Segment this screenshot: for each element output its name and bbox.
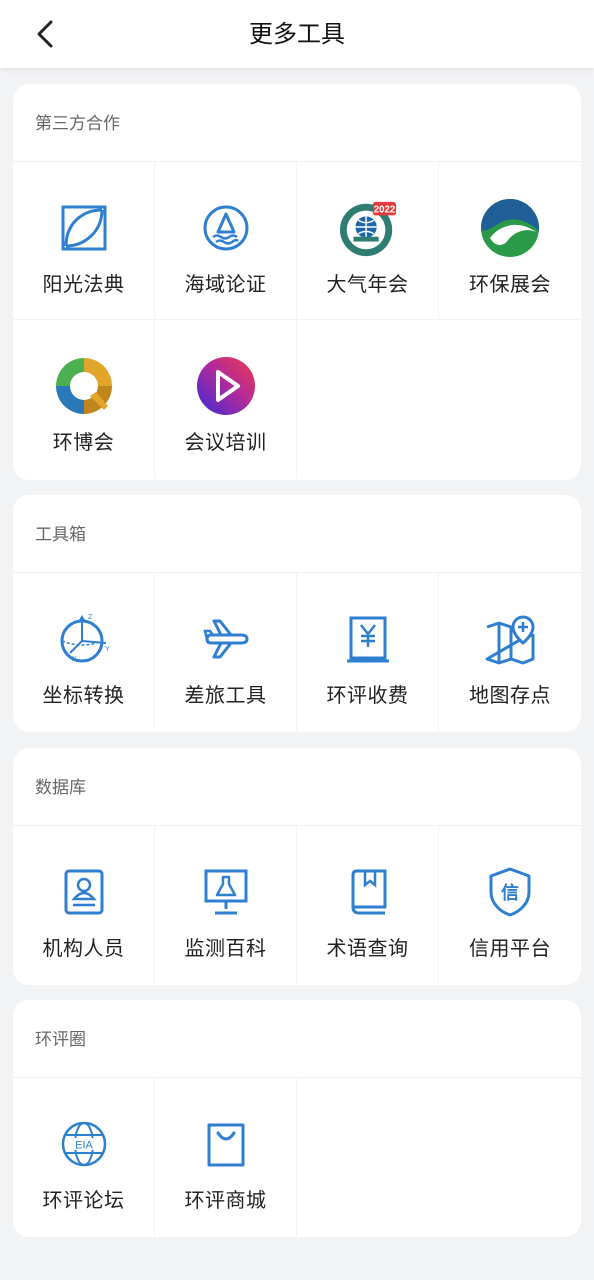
tool-label: 机构人员 — [42, 936, 125, 960]
tool-label: 环保展会 — [469, 272, 551, 296]
map-pin-add-icon — [480, 609, 540, 669]
tool-eco-expo[interactable]: 环保展会 — [439, 162, 581, 320]
law-book-icon — [54, 198, 114, 258]
monitor-flask-icon — [196, 862, 256, 922]
tool-coordinate-convert[interactable]: Z Y X 坐标转换 — [13, 573, 155, 731]
section-title: 第三方合作 — [13, 84, 581, 162]
tool-credit-platform[interactable]: 信 信用平台 — [439, 826, 581, 984]
sailboat-icon — [196, 198, 256, 258]
svg-text:Z: Z — [88, 614, 93, 621]
tool-eia-mall[interactable]: 环评商城 — [155, 1078, 297, 1236]
section-eia-circle: 环评圈 EIA 环评论坛 环评商城 — [13, 1000, 581, 1237]
coordinate-axes-icon: Z Y X — [54, 609, 114, 669]
cses-emblem-icon: 2022 — [338, 198, 398, 258]
tool-law-code[interactable]: 阳光法典 — [13, 162, 155, 320]
tool-label: 地图存点 — [469, 683, 551, 707]
tool-term-lookup[interactable]: 术语查询 — [297, 826, 439, 984]
tool-label: 环评收费 — [326, 683, 409, 707]
tool-label: 信用平台 — [469, 936, 551, 960]
book-bookmark-icon — [338, 862, 398, 922]
yen-receipt-icon — [338, 609, 398, 669]
chevron-left-icon — [37, 20, 53, 48]
shield-glyph: 信 — [501, 882, 519, 904]
play-logo-icon — [196, 356, 256, 416]
tool-eia-fee[interactable]: 环评收费 — [297, 573, 439, 731]
tool-label: 监测百科 — [184, 936, 267, 960]
svg-text:X: X — [72, 656, 77, 663]
tool-eco-fair[interactable]: 环博会 — [13, 320, 155, 478]
tool-monitor-wiki[interactable]: 监测百科 — [155, 826, 297, 984]
shopping-bag-icon — [196, 1114, 256, 1174]
tool-label: 环评论坛 — [42, 1188, 125, 1212]
tool-label: 海域论证 — [184, 272, 267, 296]
tool-sea-area[interactable]: 海域论证 — [155, 162, 297, 320]
green-wave-logo-icon — [480, 198, 540, 258]
tool-travel[interactable]: 差旅工具 — [155, 573, 297, 731]
eia-globe-icon: EIA — [54, 1114, 114, 1174]
tool-label: 环博会 — [52, 430, 115, 454]
tool-label: 差旅工具 — [184, 683, 267, 707]
tool-eia-forum[interactable]: EIA 环评论坛 — [13, 1078, 155, 1236]
tool-label: 术语查询 — [326, 936, 409, 960]
svg-text:Y: Y — [105, 646, 110, 653]
page-title: 更多工具 — [249, 20, 345, 48]
tool-air-conference[interactable]: 2022 大气年会 — [297, 162, 439, 320]
section-title: 环评圈 — [13, 1000, 581, 1078]
section-database: 数据库 机构人员 监测百科 术语查询 信 信用平台 — [13, 748, 581, 985]
top-bar: 更多工具 — [0, 0, 594, 68]
section-toolbox: 工具箱 Z Y X 坐标转换 差旅工具 环评收费 地图存点 — [13, 495, 581, 732]
tool-label: 阳光法典 — [42, 272, 125, 296]
eia-glyph: EIA — [75, 1140, 93, 1152]
tool-meeting-training[interactable]: 会议培训 — [155, 320, 297, 478]
tool-label: 大气年会 — [326, 272, 409, 296]
tool-label: 环评商城 — [184, 1188, 267, 1212]
tool-label: 会议培训 — [184, 430, 267, 454]
section-title: 工具箱 — [13, 495, 581, 573]
ring-logo-icon — [54, 356, 114, 416]
year-badge: 2022 — [373, 205, 394, 216]
airplane-icon — [196, 609, 256, 669]
tool-map-pin[interactable]: 地图存点 — [439, 573, 581, 731]
credit-shield-icon: 信 — [480, 862, 540, 922]
section-title: 数据库 — [13, 748, 581, 826]
tool-label: 坐标转换 — [42, 683, 125, 707]
back-button[interactable] — [28, 16, 62, 52]
tool-org-staff[interactable]: 机构人员 — [13, 826, 155, 984]
person-card-icon — [54, 862, 114, 922]
section-partners: 第三方合作 阳光法典 海域论证 2022 大气年会 环保展会 环博会 会议培训 — [13, 84, 581, 480]
